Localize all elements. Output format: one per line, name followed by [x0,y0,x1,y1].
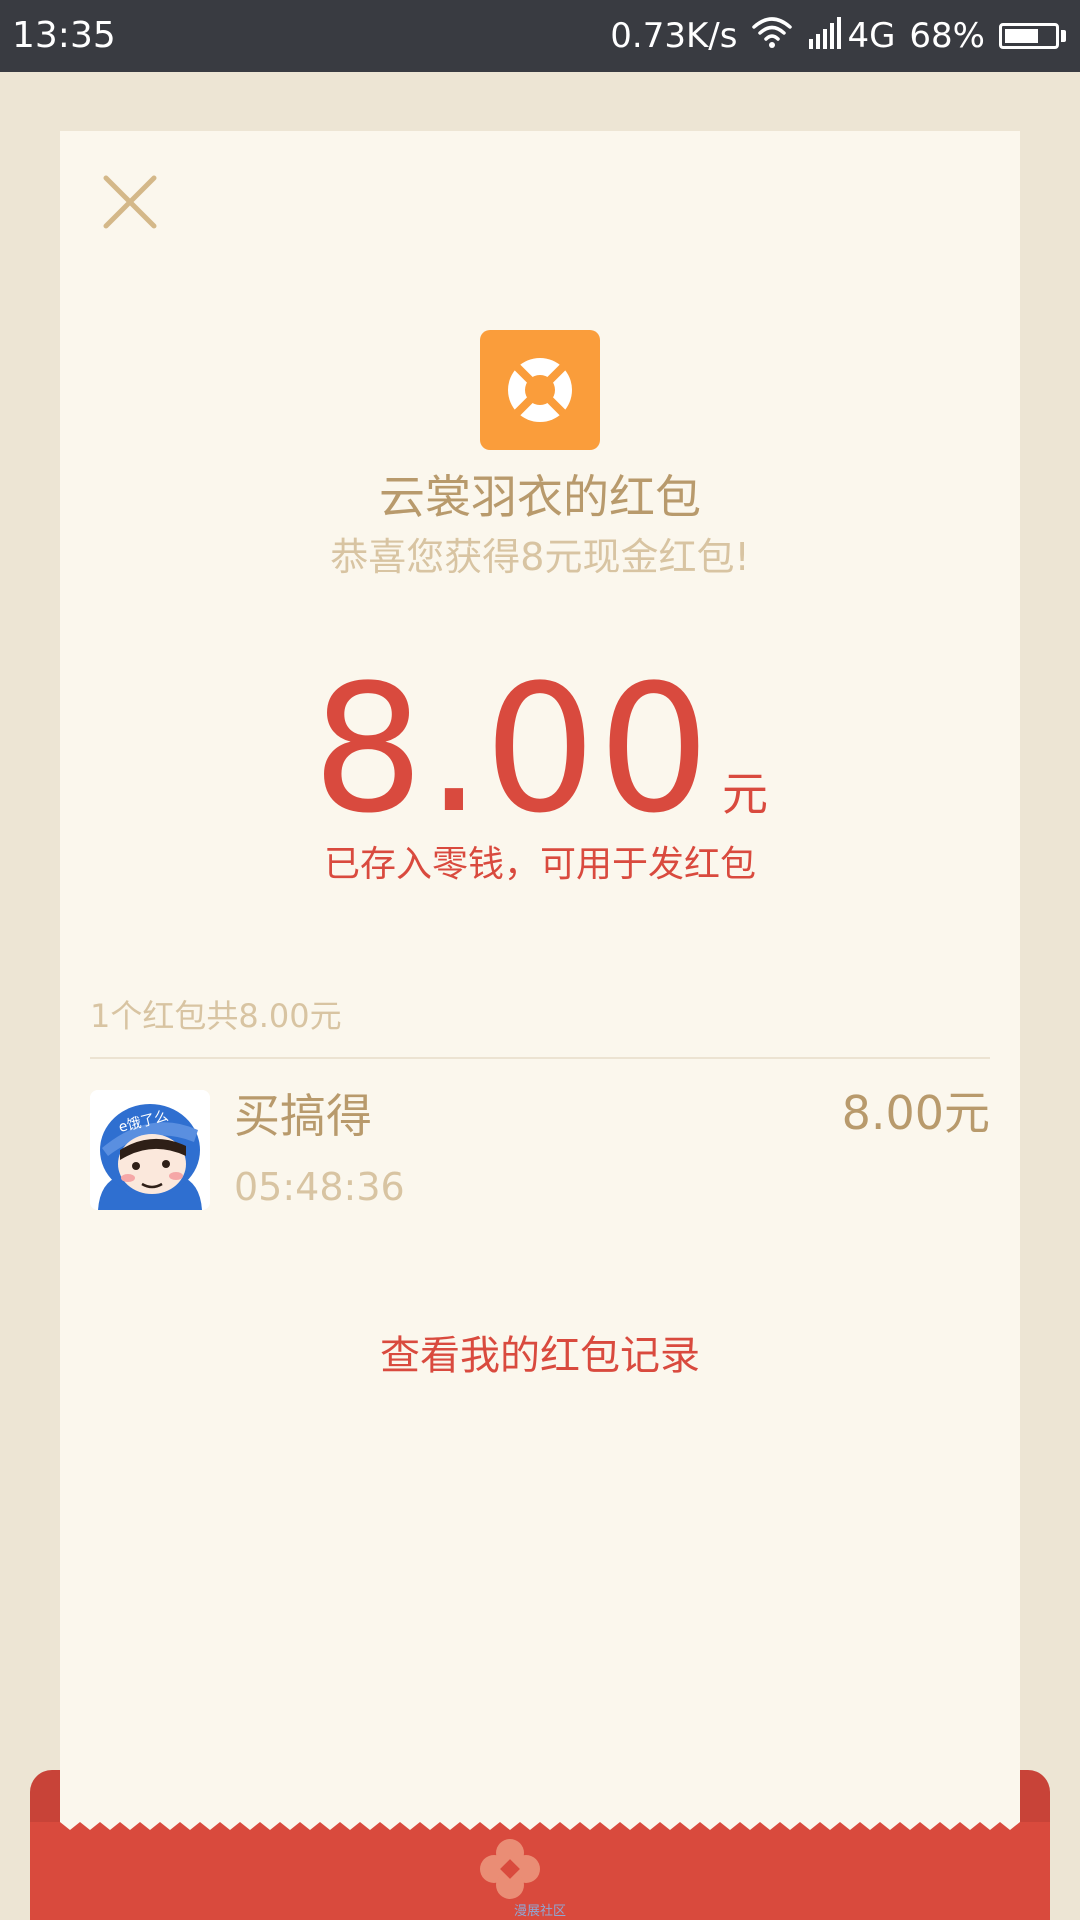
wifi-icon [751,15,793,58]
battery-percent: 68% [909,16,985,56]
card-zigzag-edge [60,1812,1020,1830]
amount-value: 8.00 [312,647,712,852]
avatar[interactable]: e饿了么 [90,1090,210,1210]
battery-icon [999,23,1066,49]
packet-summary: 1个红包共8.00元 [90,997,342,1035]
view-records-link[interactable]: 查看我的红包记录 [60,1330,1020,1382]
lifebuoy-logo-icon [480,330,600,450]
close-icon[interactable] [100,172,160,232]
network-type: 4G [847,16,896,56]
received-amount: 8.00元 [841,1086,990,1140]
status-bar: 13:35 0.73K/s 4G 68% [0,0,1080,72]
recipient-name: 买搞得 [234,1089,372,1143]
status-time: 13:35 [12,15,116,56]
status-right-group: 0.73K/s 4G 68% [610,14,1066,58]
amount-display: 8.00 元 [60,650,1020,850]
envelope-logo-text: 漫展社区 [513,1904,566,1919]
divider [90,1057,990,1059]
sender-title: 云裳羽衣的红包 [379,470,701,524]
signal-icon [807,15,845,58]
envelope-flower-logo-icon [479,1838,541,1900]
congrats-subtitle: 恭喜您获得8元现金红包! [330,535,750,579]
amount-unit: 元 [721,767,768,821]
network-speed: 0.73K/s [610,16,738,56]
received-time: 05:48:36 [234,1165,405,1209]
saved-to-wallet-note: 已存入零钱，可用于发红包 [323,844,756,885]
